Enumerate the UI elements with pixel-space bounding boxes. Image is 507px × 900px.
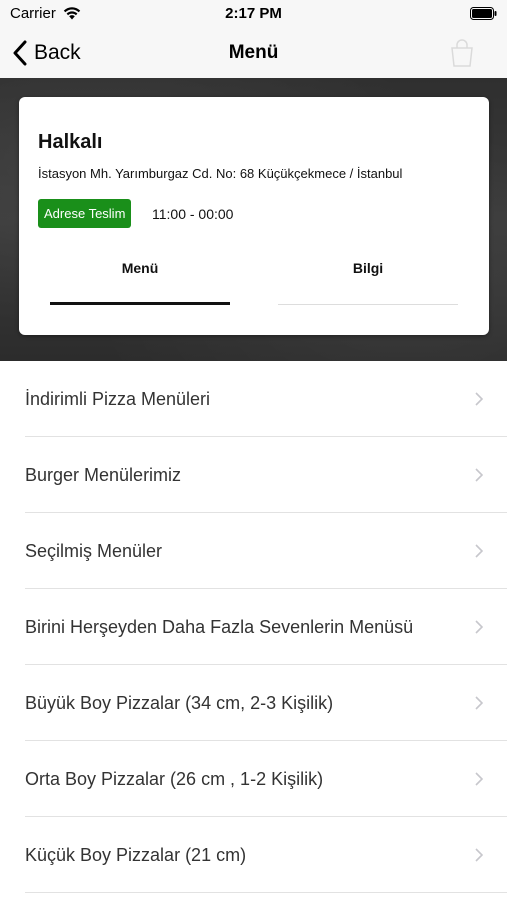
category-row[interactable]: Burger Menülerimiz [0,437,507,513]
page-title: Menü [228,42,279,63]
delivery-badge: Adrese Teslim [38,199,132,228]
tab-info[interactable]: Bilgi [278,255,458,305]
chevron-right-icon [475,848,483,862]
category-row[interactable]: Seçilmiş Menüler [0,513,507,589]
cart-icon[interactable] [449,38,475,68]
category-row[interactable]: Orta Boy Pizzalar (26 cm , 1-2 Kişilik) [0,741,507,817]
battery-icon [470,7,497,20]
restaurant-name: Halkalı [38,131,103,153]
chevron-right-icon [475,772,483,786]
category-label: Büyük Boy Pizzalar (34 cm, 2-3 Kişilik) [25,693,334,713]
chevron-right-icon [475,392,483,406]
category-row[interactable]: Birini Herşeyden Daha Fazla Sevenlerin M… [0,589,507,665]
tab-inactive-indicator [278,304,458,305]
navigation-bar: Back Menü [0,28,507,78]
tab-active-indicator [50,302,230,305]
chevron-right-icon [475,468,483,482]
chevron-right-icon [475,620,483,634]
category-label: Küçük Boy Pizzalar (21 cm) [25,845,247,865]
row-divider [25,892,507,893]
category-row[interactable]: Küçük Boy Pizzalar (21 cm) [0,817,507,893]
status-time: 2:17 PM [225,5,282,22]
category-label: Orta Boy Pizzalar (26 cm , 1-2 Kişilik) [25,769,324,789]
chevron-right-icon [475,696,483,710]
tab-info-label: Bilgi [352,260,384,276]
category-label: Burger Menülerimiz [25,465,182,485]
category-row[interactable]: İndirimli Pizza Menüleri [0,361,507,437]
category-label: Seçilmiş Menüler [25,541,163,561]
opening-hours: 11:00 - 00:00 [152,206,234,222]
status-bar: Carrier 2:17 PM [0,0,507,28]
tab-menu-label: Menü [121,260,159,276]
restaurant-card: Halkalı İstasyon Mh. Yarımburgaz Cd. No:… [19,97,489,335]
chevron-right-icon [475,544,483,558]
category-row[interactable]: Büyük Boy Pizzalar (34 cm, 2-3 Kişilik) [0,665,507,741]
category-list: İndirimli Pizza Menüleri Burger Menüleri… [0,361,507,893]
category-label: Birini Herşeyden Daha Fazla Sevenlerin M… [25,617,414,637]
tab-menu[interactable]: Menü [50,255,230,305]
restaurant-address: İstasyon Mh. Yarımburgaz Cd. No: 68 Küçü… [38,166,403,181]
category-label: İndirimli Pizza Menüleri [25,389,211,409]
